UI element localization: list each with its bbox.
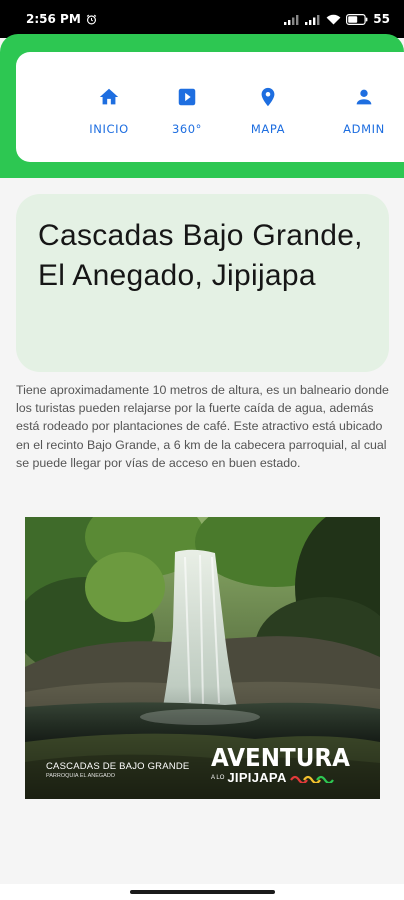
waterfall-photo: CASCADAS DE BAJO GRANDE PARROQUIA EL ANE… (25, 517, 380, 799)
home-indicator[interactable] (130, 890, 275, 894)
nav-item-label: INICIO (89, 122, 129, 136)
clock: 2:56 PM (26, 12, 81, 26)
wifi-icon (326, 14, 341, 25)
video-icon (176, 86, 198, 108)
nav-item-mapa[interactable]: MAPA (228, 86, 308, 136)
signal-icon (284, 14, 300, 25)
photo-caption-subtitle: PARROQUIA EL ANEGADO (46, 773, 116, 779)
page-title: Cascadas Bajo Grande, El Anegado, Jipija… (38, 219, 363, 292)
photo-caption-title: CASCADAS DE BAJO GRANDE (46, 761, 190, 772)
alarm-icon (86, 14, 97, 25)
signal-icon (305, 14, 321, 25)
brand-logo: AVENTURA A LO JIPIJAPA (211, 743, 362, 786)
nav-item-inicio[interactable]: INICIO (69, 86, 149, 136)
nav-item-label: MAPA (250, 122, 286, 136)
map-pin-icon (257, 86, 279, 108)
photo-caption: CASCADAS DE BAJO GRANDE PARROQUIA EL ANE… (46, 761, 189, 779)
brand-place-text: JIPIJAPA (227, 770, 287, 785)
nav-item-admin[interactable]: ADMIN (324, 86, 404, 136)
status-bar: 2:56 PM 55 (0, 0, 404, 38)
title-card: Cascadas Bajo Grande, El Anegado, Jipija… (16, 194, 389, 372)
battery-icon (346, 13, 368, 25)
brand-main-text: AVENTURA (211, 743, 350, 772)
nav-item-label: 360° (171, 122, 203, 136)
home-icon (98, 86, 120, 108)
top-navigation: INICIO 360° MAPA ADMIN (16, 52, 404, 162)
nav-item-360[interactable]: 360° (147, 86, 227, 136)
nav-item-label: ADMIN (343, 122, 385, 136)
description-text: Tiene aproximadamente 10 metros de altur… (16, 383, 389, 470)
wave-logo-icon (289, 773, 334, 783)
person-icon (353, 86, 375, 108)
battery-level: 55 (373, 12, 390, 26)
brand-small-text: A LO (211, 774, 225, 781)
